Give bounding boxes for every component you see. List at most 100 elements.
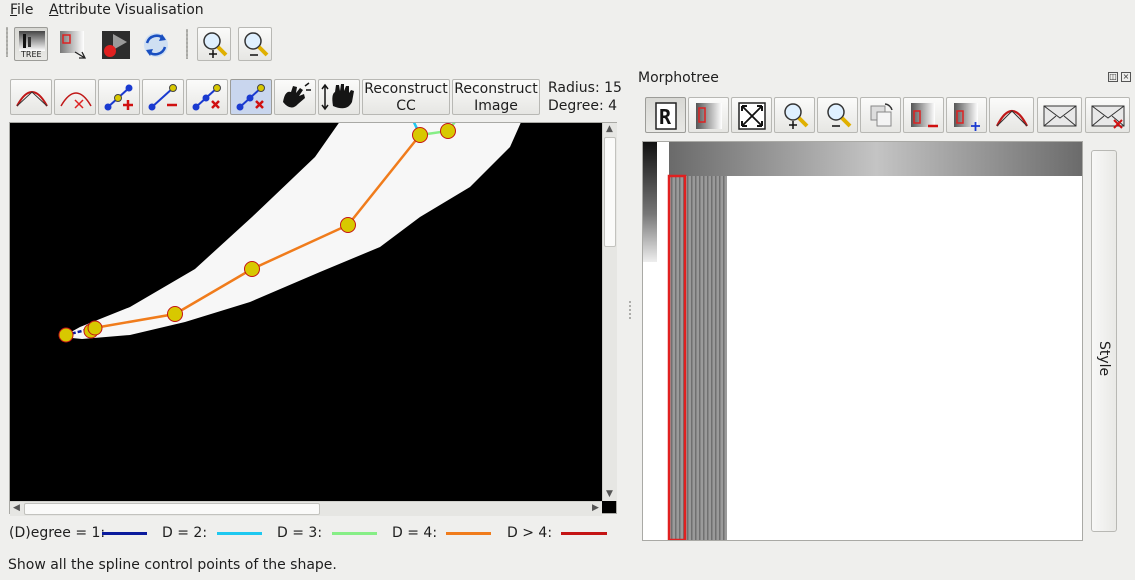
connected-component-shape [62, 123, 521, 339]
rotate-icon [870, 103, 893, 127]
delete-point-button[interactable] [186, 79, 228, 115]
hide-spline-button[interactable] [54, 79, 96, 115]
menu-file[interactable]: File [10, 2, 33, 18]
legend-label-degree4: D = 4: [392, 525, 438, 541]
root-node-bar [669, 142, 1082, 176]
reconstruct-cc-button[interactable]: Reconstruct CC [362, 79, 450, 115]
reconstruct-image-line1: Reconstruct [454, 81, 538, 97]
tree-node-button[interactable] [688, 97, 729, 133]
collapse-node-button[interactable] [903, 97, 944, 133]
legend-line-degree2 [217, 532, 262, 535]
remove-control-point-button[interactable] [142, 79, 184, 115]
control-point [58, 327, 74, 343]
show-all-points-button[interactable] [230, 79, 272, 115]
zoom-out-icon [244, 32, 269, 57]
tree-branches [669, 176, 727, 540]
spline-curve-icon [16, 91, 48, 107]
record-icon [102, 31, 130, 59]
control-point [87, 320, 103, 336]
root-r-icon: R [655, 102, 677, 130]
radius-value: Radius: 15 [548, 80, 622, 96]
tree-root-button[interactable]: R [645, 97, 686, 133]
image-remove-icon [1091, 105, 1125, 129]
zoom-out-icon [827, 103, 852, 128]
scroll-down-arrow-icon[interactable]: ▼ [606, 489, 613, 499]
all-points-icon [236, 84, 265, 111]
tree-icon-label: TREE [21, 50, 42, 59]
shape-drawing [58, 123, 521, 343]
menu-file-rest: ile [17, 2, 34, 18]
node-gradient-icon [696, 103, 722, 129]
node-image-icon [60, 31, 87, 59]
scroll-right-arrow-icon[interactable]: ▶ [592, 503, 599, 513]
control-point [244, 261, 260, 277]
tree-zoom-out-button[interactable] [817, 97, 858, 133]
toolbar-grip [6, 27, 8, 57]
legend-line-degree4 [446, 532, 491, 535]
expand-node-button[interactable] [946, 97, 987, 133]
reconstruct-cc-line1: Reconstruct [364, 81, 448, 97]
fit-arrows-icon [738, 102, 766, 130]
hand-drag-icon [283, 82, 311, 108]
vertical-scroll-thumb[interactable] [604, 137, 616, 247]
panel-splitter-handle[interactable] [628, 300, 632, 320]
reconstruct-cc-line2: CC [396, 98, 416, 114]
style-tab-label: Style [1096, 341, 1112, 377]
move-shape-button[interactable] [318, 79, 360, 115]
hand-move-icon [321, 83, 354, 111]
canvas-horizontal-scrollbar[interactable]: ◀ ▶ [10, 501, 602, 516]
control-point [412, 127, 428, 143]
float-panel-icon[interactable]: ◫ [1108, 72, 1118, 82]
scroll-up-arrow-icon[interactable]: ▲ [606, 124, 613, 134]
tree-spline-button[interactable] [989, 97, 1034, 133]
spline-curve-icon [996, 109, 1028, 127]
tree-zoom-in-button[interactable] [774, 97, 815, 133]
show-spline-button[interactable] [10, 79, 52, 115]
show-image-button[interactable] [1037, 97, 1082, 133]
refresh-button[interactable] [138, 27, 172, 61]
reconstruct-image-button[interactable]: Reconstruct Image [452, 79, 540, 115]
node-minus-icon [911, 103, 938, 128]
node-view-button[interactable] [56, 27, 90, 61]
legend-label-degree3: D = 3: [277, 525, 323, 541]
zoom-out-button[interactable] [238, 27, 272, 61]
menu-attribute-visualisation[interactable]: Attribute Visualisation [49, 2, 204, 18]
toolbar-separator [186, 29, 188, 59]
control-point [440, 123, 456, 139]
rotate-tree-button[interactable] [860, 97, 901, 133]
legend-line-degree1 [102, 532, 147, 535]
morphotree-graphic [643, 142, 1082, 540]
menu-bar: File Attribute Visualisation [0, 0, 1135, 22]
hide-image-button[interactable] [1085, 97, 1130, 133]
horizontal-scroll-thumb[interactable] [24, 503, 320, 515]
add-control-point-button[interactable] [98, 79, 140, 115]
degree-value: Degree: 4 [548, 98, 618, 114]
status-bar-text: Show all the spline control points of th… [8, 557, 337, 573]
delete-point-icon [192, 84, 221, 111]
legend-label-degree-gt4: D > 4: [507, 525, 553, 541]
control-point [340, 217, 356, 233]
canvas-vertical-scrollbar[interactable]: ▲ ▼ [602, 123, 617, 501]
fit-to-view-button[interactable] [731, 97, 772, 133]
remove-point-icon [148, 84, 177, 111]
close-panel-icon[interactable]: × [1121, 72, 1131, 82]
refresh-icon [144, 33, 168, 57]
add-point-icon [104, 84, 133, 111]
image-envelope-icon [1043, 105, 1077, 127]
record-button[interactable] [98, 27, 132, 61]
legend-line-degree3 [332, 532, 377, 535]
style-tab[interactable]: Style [1091, 150, 1117, 532]
legend-line-degree-gt4 [561, 532, 607, 535]
control-point [167, 306, 183, 322]
zoom-in-icon [203, 32, 228, 58]
panel-title: Morphotree [638, 70, 719, 86]
shape-canvas[interactable] [9, 122, 617, 514]
morphotree-view[interactable] [642, 141, 1083, 541]
tree-view-button[interactable]: TREE [14, 27, 48, 61]
node-plus-icon [954, 103, 980, 131]
zoom-in-button[interactable] [197, 27, 231, 61]
menu-attribute-visualisation-rest: ttribute Visualisation [58, 2, 204, 18]
drag-point-button[interactable] [274, 79, 316, 115]
zoom-in-icon [784, 103, 809, 129]
scroll-left-arrow-icon[interactable]: ◀ [13, 503, 20, 513]
